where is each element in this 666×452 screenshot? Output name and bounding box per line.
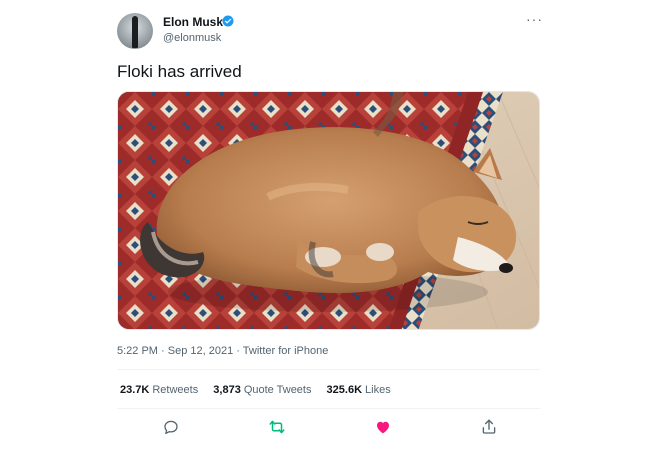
reply-icon[interactable] <box>162 418 180 436</box>
tweet-photo[interactable] <box>117 91 540 330</box>
tweet-text: Floki has arrived <box>117 62 242 81</box>
likes-stat[interactable]: 325.6K Likes <box>327 384 391 396</box>
likes-count: 325.6K <box>326 384 363 396</box>
rocket-icon <box>132 16 138 48</box>
author-handle[interactable]: @elonmusk <box>163 32 221 44</box>
author-name[interactable]: Elon Musk <box>163 15 223 29</box>
retweets-label: Retweets <box>152 384 199 396</box>
retweets-count: 23.7K <box>120 384 150 396</box>
tweet-timestamp[interactable]: 5:22 PM · Sep 12, 2021 · Twitter for iPh… <box>117 345 328 357</box>
like-icon[interactable] <box>374 418 392 436</box>
quote-tweets-label: Quote Tweets <box>243 384 312 396</box>
more-options-icon[interactable]: ··· <box>526 12 543 26</box>
divider <box>117 408 540 409</box>
divider <box>117 369 540 370</box>
retweet-icon[interactable] <box>268 418 286 436</box>
quote-tweets-count: 3,873 <box>213 384 241 396</box>
avatar[interactable] <box>117 13 153 49</box>
likes-label: Likes <box>365 384 391 396</box>
tweet-stats: 23.7K Retweets 3,873 Quote Tweets 325.6K Li… <box>120 384 403 396</box>
share-icon[interactable] <box>480 418 498 436</box>
quote-tweets-stat[interactable]: 3,873 Quote Tweets <box>213 384 311 396</box>
verified-badge-icon <box>222 15 234 27</box>
retweets-stat[interactable]: 23.7K Retweets <box>120 384 198 396</box>
floki-photo-image <box>118 92 539 329</box>
